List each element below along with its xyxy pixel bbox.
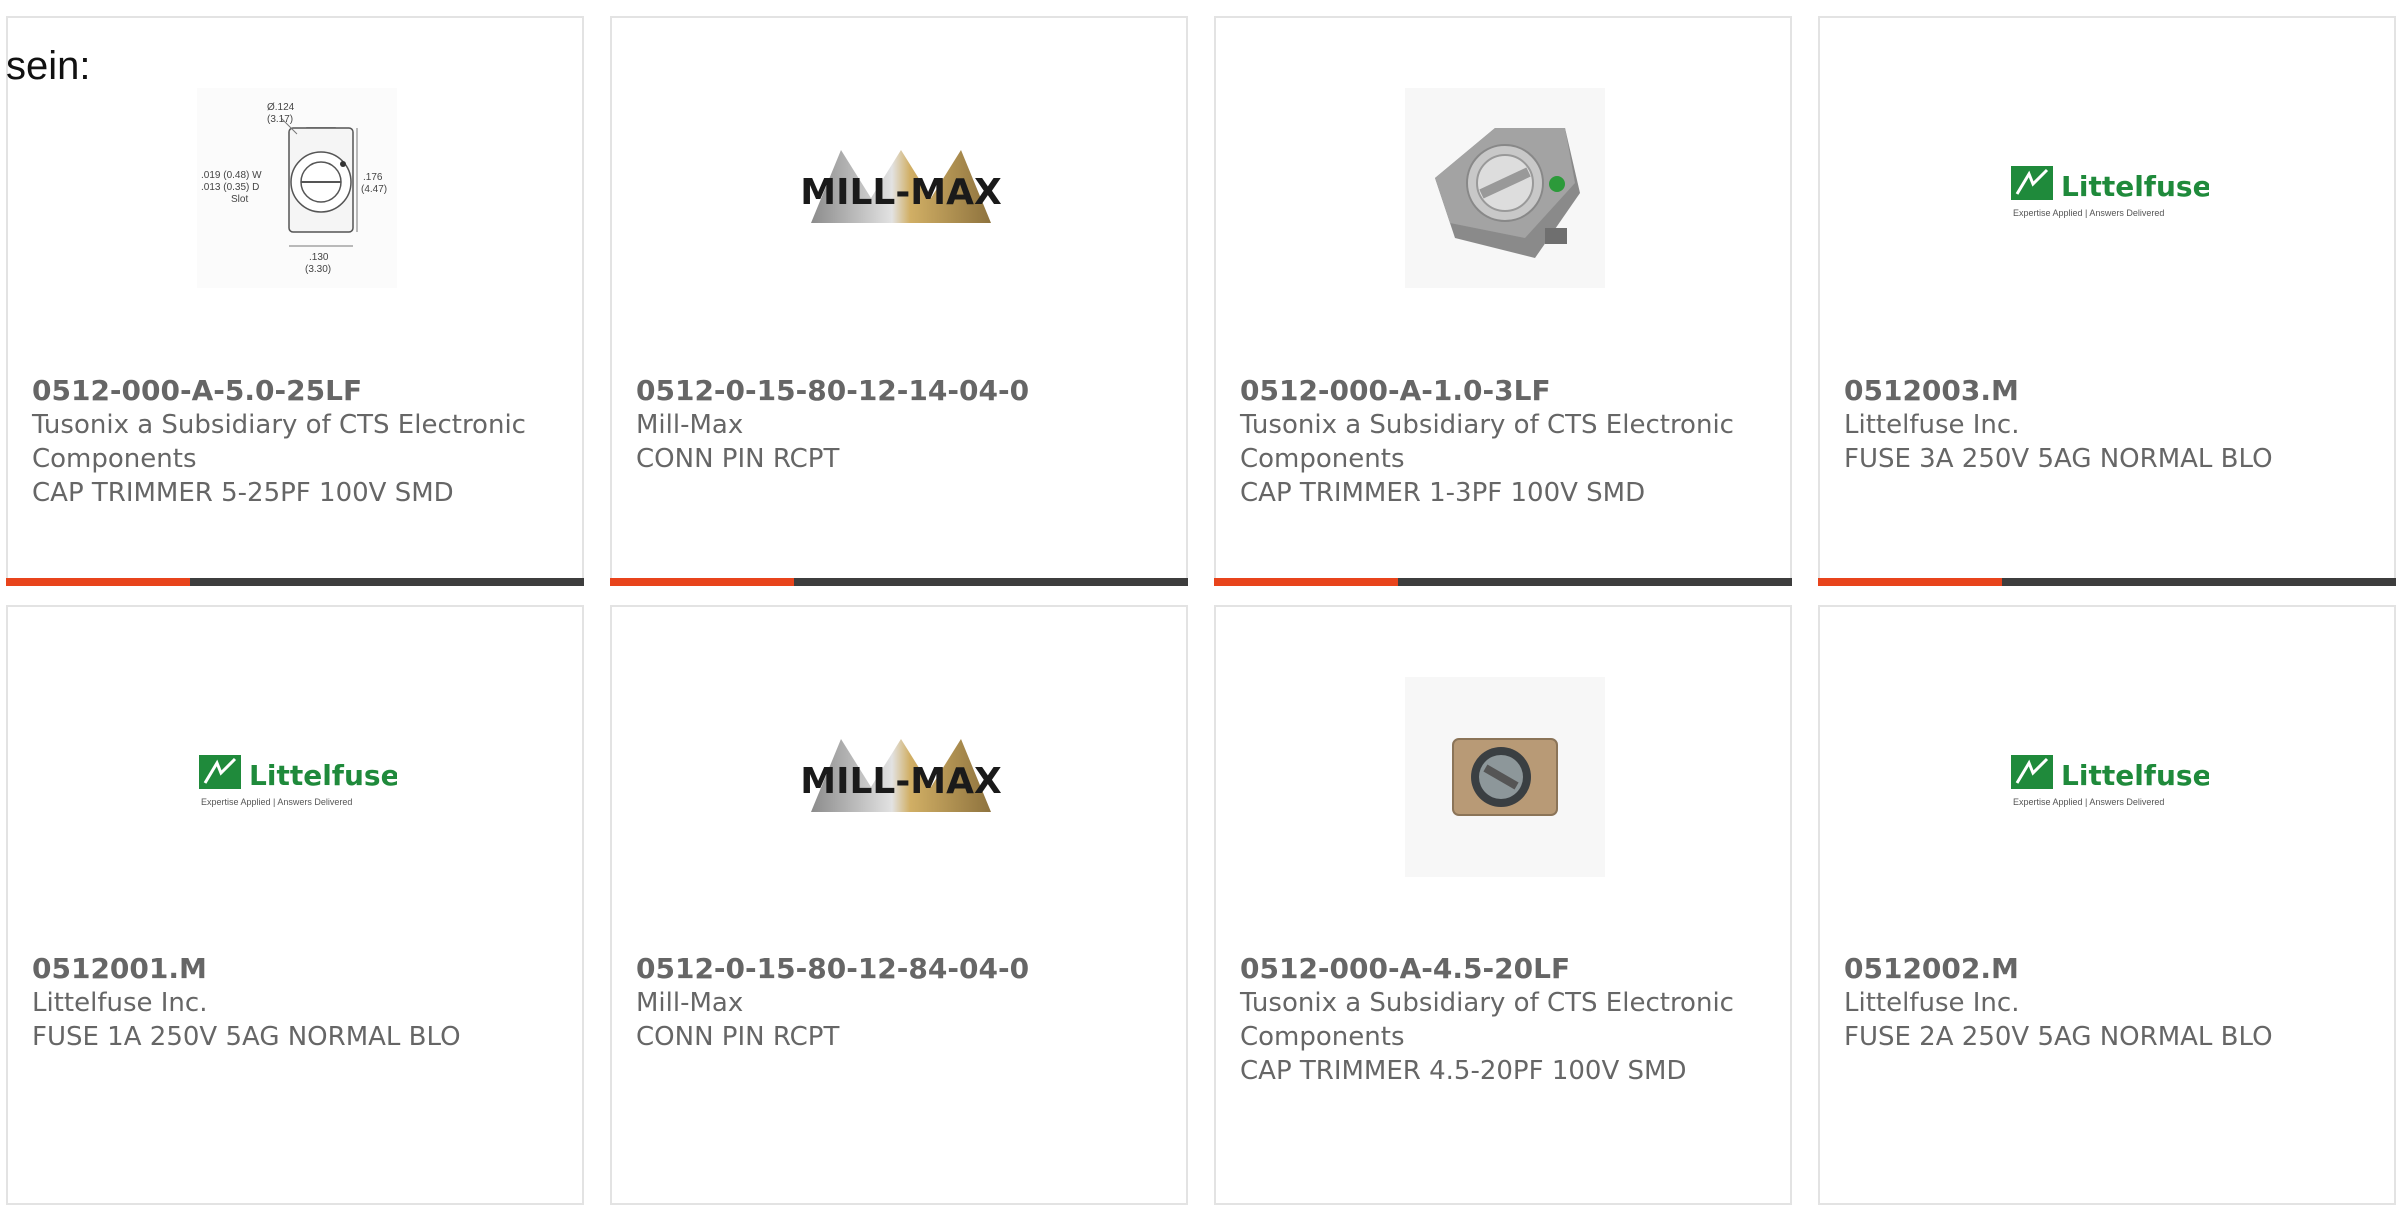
product-image-drawing[interactable]: Ø.124 (3.17) .019 (0.48) W .013 (0.35) D… bbox=[197, 88, 397, 288]
manufacturer: Tusonix a Subsidiary of CTS Electronic C… bbox=[32, 410, 526, 474]
trimmer-photo[interactable] bbox=[1405, 677, 1605, 877]
drawing-label: .013 (0.35) D bbox=[201, 182, 259, 193]
description: CAP TRIMMER 5-25PF 100V SMD bbox=[32, 478, 454, 508]
manufacturer: Littelfuse Inc. bbox=[32, 988, 208, 1018]
part-number[interactable]: 0512003.M bbox=[1844, 374, 2370, 408]
manufacturer: Tusonix a Subsidiary of CTS Electronic C… bbox=[1240, 988, 1734, 1052]
product-card[interactable]: 0512-000-A-1.0-3LF Tusonix a Subsidiary … bbox=[1214, 16, 1792, 586]
logo-text: MILL-MAX bbox=[801, 761, 1001, 802]
product-card[interactable]: Littelfuse Expertise Applied | Answers D… bbox=[1818, 605, 2396, 1205]
description: CONN PIN RCPT bbox=[636, 444, 840, 474]
description: CAP TRIMMER 4.5-20PF 100V SMD bbox=[1240, 1056, 1687, 1086]
drawing-label: (3.17) bbox=[267, 114, 293, 125]
logo-text: MILL-MAX bbox=[801, 172, 1001, 213]
drawing-label: (3.30) bbox=[305, 264, 331, 275]
description: CAP TRIMMER 1-3PF 100V SMD bbox=[1240, 478, 1646, 508]
product-info: 0512-0-15-80-12-84-04-0 Mill-Max CONN PI… bbox=[636, 952, 1162, 1054]
drawing-label: .019 (0.48) W bbox=[201, 170, 262, 181]
trimmer-photo[interactable] bbox=[1405, 88, 1605, 288]
littelfuse-logo[interactable]: Littelfuse Expertise Applied | Answers D… bbox=[2009, 677, 2209, 877]
logo-tagline: Expertise Applied | Answers Delivered bbox=[2013, 208, 2164, 218]
drawing-label: Ø.124 bbox=[267, 102, 295, 113]
card-accent-bar bbox=[610, 578, 1188, 586]
product-info: 0512002.M Littelfuse Inc. FUSE 2A 250V 5… bbox=[1844, 952, 2370, 1054]
description: CONN PIN RCPT bbox=[636, 1022, 840, 1052]
card-accent-bar bbox=[1818, 578, 2396, 586]
product-card[interactable]: MILL-MAX 0512-0-15-80-12-14-04-0 Mill-Ma… bbox=[610, 16, 1188, 586]
logo-text: Littelfuse bbox=[249, 759, 397, 792]
product-info: 0512-000-A-1.0-3LF Tusonix a Subsidiary … bbox=[1240, 374, 1766, 510]
product-card[interactable]: Littelfuse Expertise Applied | Answers D… bbox=[6, 605, 584, 1205]
description: FUSE 2A 250V 5AG NORMAL BLO bbox=[1844, 1022, 2273, 1052]
mill-max-logo[interactable]: MILL-MAX bbox=[801, 88, 1001, 288]
manufacturer: Littelfuse Inc. bbox=[1844, 988, 2020, 1018]
product-info: 0512-0-15-80-12-14-04-0 Mill-Max CONN PI… bbox=[636, 374, 1162, 476]
part-number[interactable]: 0512001.M bbox=[32, 952, 558, 986]
manufacturer: Mill-Max bbox=[636, 410, 744, 440]
littelfuse-logo[interactable]: Littelfuse Expertise Applied | Answers D… bbox=[2009, 88, 2209, 288]
product-card[interactable]: 0512-000-A-4.5-20LF Tusonix a Subsidiary… bbox=[1214, 605, 1792, 1205]
part-number[interactable]: 0512-000-A-5.0-25LF bbox=[32, 374, 558, 408]
littelfuse-logo[interactable]: Littelfuse Expertise Applied | Answers D… bbox=[197, 677, 397, 877]
intro-text: sein: bbox=[6, 44, 91, 88]
logo-tagline: Expertise Applied | Answers Delivered bbox=[2013, 797, 2164, 807]
logo-tagline: Expertise Applied | Answers Delivered bbox=[201, 797, 352, 807]
card-accent-bar bbox=[1214, 578, 1792, 586]
drawing-label: .130 bbox=[309, 252, 329, 263]
logo-text: Littelfuse bbox=[2061, 170, 2209, 203]
drawing-label: (4.47) bbox=[361, 184, 387, 195]
mill-max-logo[interactable]: MILL-MAX bbox=[801, 677, 1001, 877]
manufacturer: Littelfuse Inc. bbox=[1844, 410, 2020, 440]
description: FUSE 3A 250V 5AG NORMAL BLO bbox=[1844, 444, 2273, 474]
part-number[interactable]: 0512-0-15-80-12-84-04-0 bbox=[636, 952, 1162, 986]
product-card[interactable]: Littelfuse Expertise Applied | Answers D… bbox=[1818, 16, 2396, 586]
part-number[interactable]: 0512002.M bbox=[1844, 952, 2370, 986]
card-accent-bar bbox=[6, 578, 584, 586]
product-info: 0512001.M Littelfuse Inc. FUSE 1A 250V 5… bbox=[32, 952, 558, 1054]
part-number[interactable]: 0512-000-A-1.0-3LF bbox=[1240, 374, 1766, 408]
product-info: 0512003.M Littelfuse Inc. FUSE 3A 250V 5… bbox=[1844, 374, 2370, 476]
product-card[interactable]: Ø.124 (3.17) .019 (0.48) W .013 (0.35) D… bbox=[6, 16, 584, 586]
product-card[interactable]: MILL-MAX 0512-0-15-80-12-84-04-0 Mill-Ma… bbox=[610, 605, 1188, 1205]
description: FUSE 1A 250V 5AG NORMAL BLO bbox=[32, 1022, 461, 1052]
drawing-label: .176 bbox=[363, 172, 383, 183]
product-info: 0512-000-A-4.5-20LF Tusonix a Subsidiary… bbox=[1240, 952, 1766, 1088]
part-number[interactable]: 0512-0-15-80-12-14-04-0 bbox=[636, 374, 1162, 408]
manufacturer: Tusonix a Subsidiary of CTS Electronic C… bbox=[1240, 410, 1734, 474]
manufacturer: Mill-Max bbox=[636, 988, 744, 1018]
product-info: 0512-000-A-5.0-25LF Tusonix a Subsidiary… bbox=[32, 374, 558, 510]
part-number[interactable]: 0512-000-A-4.5-20LF bbox=[1240, 952, 1766, 986]
logo-text: Littelfuse bbox=[2061, 759, 2209, 792]
drawing-label: Slot bbox=[231, 194, 248, 205]
